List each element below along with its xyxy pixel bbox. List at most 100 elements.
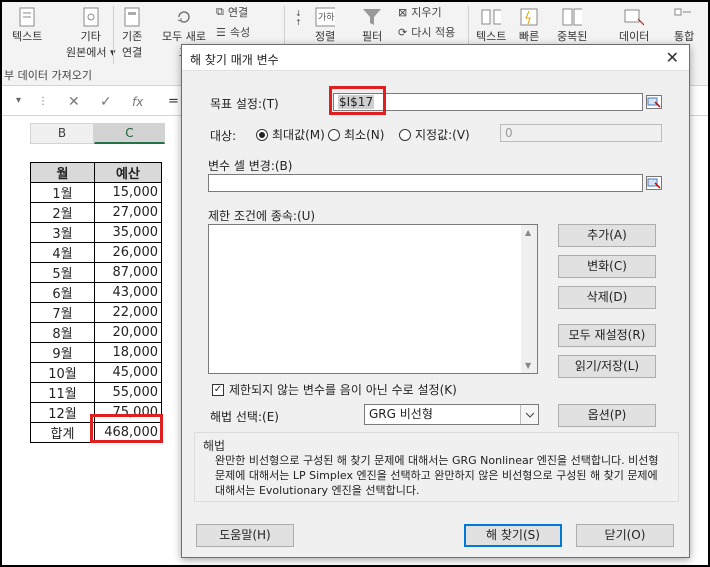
- close-button[interactable]: 닫기(O): [576, 524, 674, 547]
- sort-az-icon: ↓ ↑: [290, 6, 310, 28]
- filter-icon: [362, 6, 382, 28]
- radio-max-dot: [256, 128, 268, 141]
- solve-button[interactable]: 해 찾기(S): [464, 524, 562, 547]
- solver-parameters-dialog: 해 찾기 매개 변수 ✕ 목표 설정:(T) $I$17 대상: 최대값(M) …: [181, 44, 690, 558]
- ribbon-clear-button[interactable]: ⊠ 지우기: [398, 4, 442, 20]
- table-row: 7월 22,000: [30, 302, 162, 323]
- scroll-up-icon[interactable]: ▲: [525, 228, 531, 237]
- ribbon-remove-duplicates-button[interactable]: 중복된: [557, 6, 587, 44]
- table-row: 3월 35,000: [30, 222, 162, 243]
- value-cell[interactable]: 45,000: [94, 362, 162, 383]
- value-cell[interactable]: 18,000: [94, 342, 162, 363]
- month-cell[interactable]: 4월: [30, 242, 95, 263]
- radio-max[interactable]: 최대값(M): [256, 126, 325, 143]
- table-row: 9월 18,000: [30, 342, 162, 363]
- header-month[interactable]: 월: [30, 162, 95, 183]
- header-budget[interactable]: 예산: [94, 162, 162, 183]
- ribbon-text-to-columns-button[interactable]: 텍스트: [476, 6, 506, 44]
- month-cell[interactable]: 1월: [30, 182, 95, 203]
- value-cell[interactable]: 35,000: [94, 222, 162, 243]
- scroll-down-icon[interactable]: ▼: [525, 361, 531, 370]
- screenshot-frame: 텍스트 기타 원본에서 ▾ 기존 연결 모두 새로 고 ⧉ 연결: [0, 0, 710, 567]
- radio-value-dot: [399, 128, 411, 141]
- column-header-c[interactable]: C: [94, 123, 165, 144]
- ribbon-connections-button[interactable]: ⧉ 연결: [216, 4, 248, 20]
- objective-range-select-icon[interactable]: [645, 94, 663, 110]
- constraints-list[interactable]: ▲ ▼: [208, 224, 538, 374]
- cancel-entry-icon[interactable]: ✕: [68, 94, 80, 110]
- help-text: 완만한 비선형으로 구성된 해 찾기 문제에 대해서는 GRG Nonlinea…: [215, 454, 659, 497]
- ribbon-properties-button[interactable]: ☰ 속성: [216, 24, 250, 40]
- reset-all-button[interactable]: 모두 재설정(R): [558, 324, 656, 347]
- month-cell[interactable]: 11월: [30, 382, 95, 403]
- month-cell[interactable]: 6월: [30, 282, 95, 303]
- value-cell[interactable]: 55,000: [94, 382, 162, 403]
- nonnegative-checkbox[interactable]: ✓ 제한되지 않는 변수를 음이 아닌 수로 설정(K): [212, 381, 457, 398]
- ribbon-existing-connections-button[interactable]: 기존 연결: [122, 6, 142, 60]
- chevron-down-icon: [520, 405, 538, 424]
- load-save-button[interactable]: 읽기/저장(L): [558, 355, 656, 378]
- column-header-b[interactable]: B: [30, 123, 94, 144]
- table-row: 8월 20,000: [30, 322, 162, 343]
- consolidate-icon: [674, 6, 694, 28]
- insert-function-icon[interactable]: fx: [132, 95, 143, 109]
- ribbon-text-button[interactable]: 텍스트: [12, 6, 42, 44]
- svg-text:↑: ↑: [295, 18, 302, 27]
- radio-value-of[interactable]: 지정값:(V): [399, 126, 470, 143]
- formula-bar-options-icon[interactable]: ⋮: [38, 96, 48, 107]
- close-icon[interactable]: ✕: [666, 48, 679, 67]
- table-row: 1월 15,000: [30, 182, 162, 203]
- reapply-icon: ⟳: [398, 25, 408, 39]
- value-cell[interactable]: 43,000: [94, 282, 162, 303]
- svg-text:가하: 가하: [318, 12, 335, 23]
- constraints-scrollbar[interactable]: ▲ ▼: [521, 225, 537, 373]
- confirm-entry-icon[interactable]: ✓: [100, 94, 112, 110]
- table-row: 11월 55,000: [30, 382, 162, 403]
- value-cell[interactable]: 15,000: [94, 182, 162, 203]
- value-of-input[interactable]: 0: [500, 124, 662, 142]
- month-cell[interactable]: 5월: [30, 262, 95, 283]
- ribbon-flash-fill-button[interactable]: 빠른: [519, 6, 539, 44]
- ribbon-reapply-button[interactable]: ⟳ 다시 적용: [398, 24, 455, 40]
- svg-text:↓: ↓: [295, 9, 302, 18]
- ribbon-group-label: 부 데이터 가져오기: [4, 69, 92, 82]
- month-cell[interactable]: 3월: [30, 222, 95, 243]
- ribbon-other-sources-button[interactable]: 기타 원본에서 ▾: [66, 6, 116, 60]
- ribbon-sort-button[interactable]: 가하 정렬: [315, 6, 335, 44]
- changing-cells-input[interactable]: [208, 174, 643, 192]
- change-constraint-button[interactable]: 변화(C): [558, 255, 656, 278]
- value-cell[interactable]: 87,000: [94, 262, 162, 283]
- month-cell[interactable]: 7월: [30, 302, 95, 323]
- objective-highlight-box: [329, 86, 386, 115]
- value-cell[interactable]: 26,000: [94, 242, 162, 263]
- table-row: 2월 27,000: [30, 202, 162, 223]
- radio-min[interactable]: 최소(N): [328, 126, 384, 143]
- delete-constraint-button[interactable]: 삭제(D): [558, 286, 656, 309]
- options-button[interactable]: 옵션(P): [558, 404, 656, 427]
- ribbon-data-validation-button[interactable]: 데이터: [619, 6, 649, 44]
- add-constraint-button[interactable]: 추가(A): [558, 224, 656, 247]
- dialog-title-bar: 해 찾기 매개 변수 ✕: [182, 45, 689, 71]
- ribbon-consolidate-button[interactable]: 통합: [674, 6, 694, 44]
- ribbon-sort-small[interactable]: ↓ ↑: [290, 6, 310, 28]
- changing-range-select-icon[interactable]: [645, 175, 663, 191]
- month-cell[interactable]: 9월: [30, 342, 95, 363]
- month-cell[interactable]: 2월: [30, 202, 95, 223]
- dialog-title: 해 찾기 매개 변수: [190, 53, 279, 67]
- name-box-dropdown-icon[interactable]: ▾: [16, 95, 21, 106]
- ribbon-separator: [113, 6, 114, 64]
- ribbon-filter-button[interactable]: 필터: [362, 6, 382, 44]
- value-cell[interactable]: 27,000: [94, 202, 162, 223]
- solving-method-select[interactable]: GRG 비선형: [364, 404, 539, 425]
- total-highlight-box: [90, 414, 163, 443]
- total-label-cell[interactable]: 합계: [30, 422, 95, 443]
- month-cell[interactable]: 10월: [30, 362, 95, 383]
- month-cell[interactable]: 12월: [30, 402, 95, 423]
- help-button[interactable]: 도움말(H): [196, 524, 294, 547]
- connections-icon: ⧉: [216, 5, 224, 18]
- value-cell[interactable]: 20,000: [94, 322, 162, 343]
- value-cell[interactable]: 22,000: [94, 302, 162, 323]
- budget-table: 월 예산 1월 15,000 2월 27,000 3월 35,000 4월 26,000…: [30, 162, 162, 443]
- changing-cells-label: 변수 셀 변경:(B): [208, 159, 293, 173]
- month-cell[interactable]: 8월: [30, 322, 95, 343]
